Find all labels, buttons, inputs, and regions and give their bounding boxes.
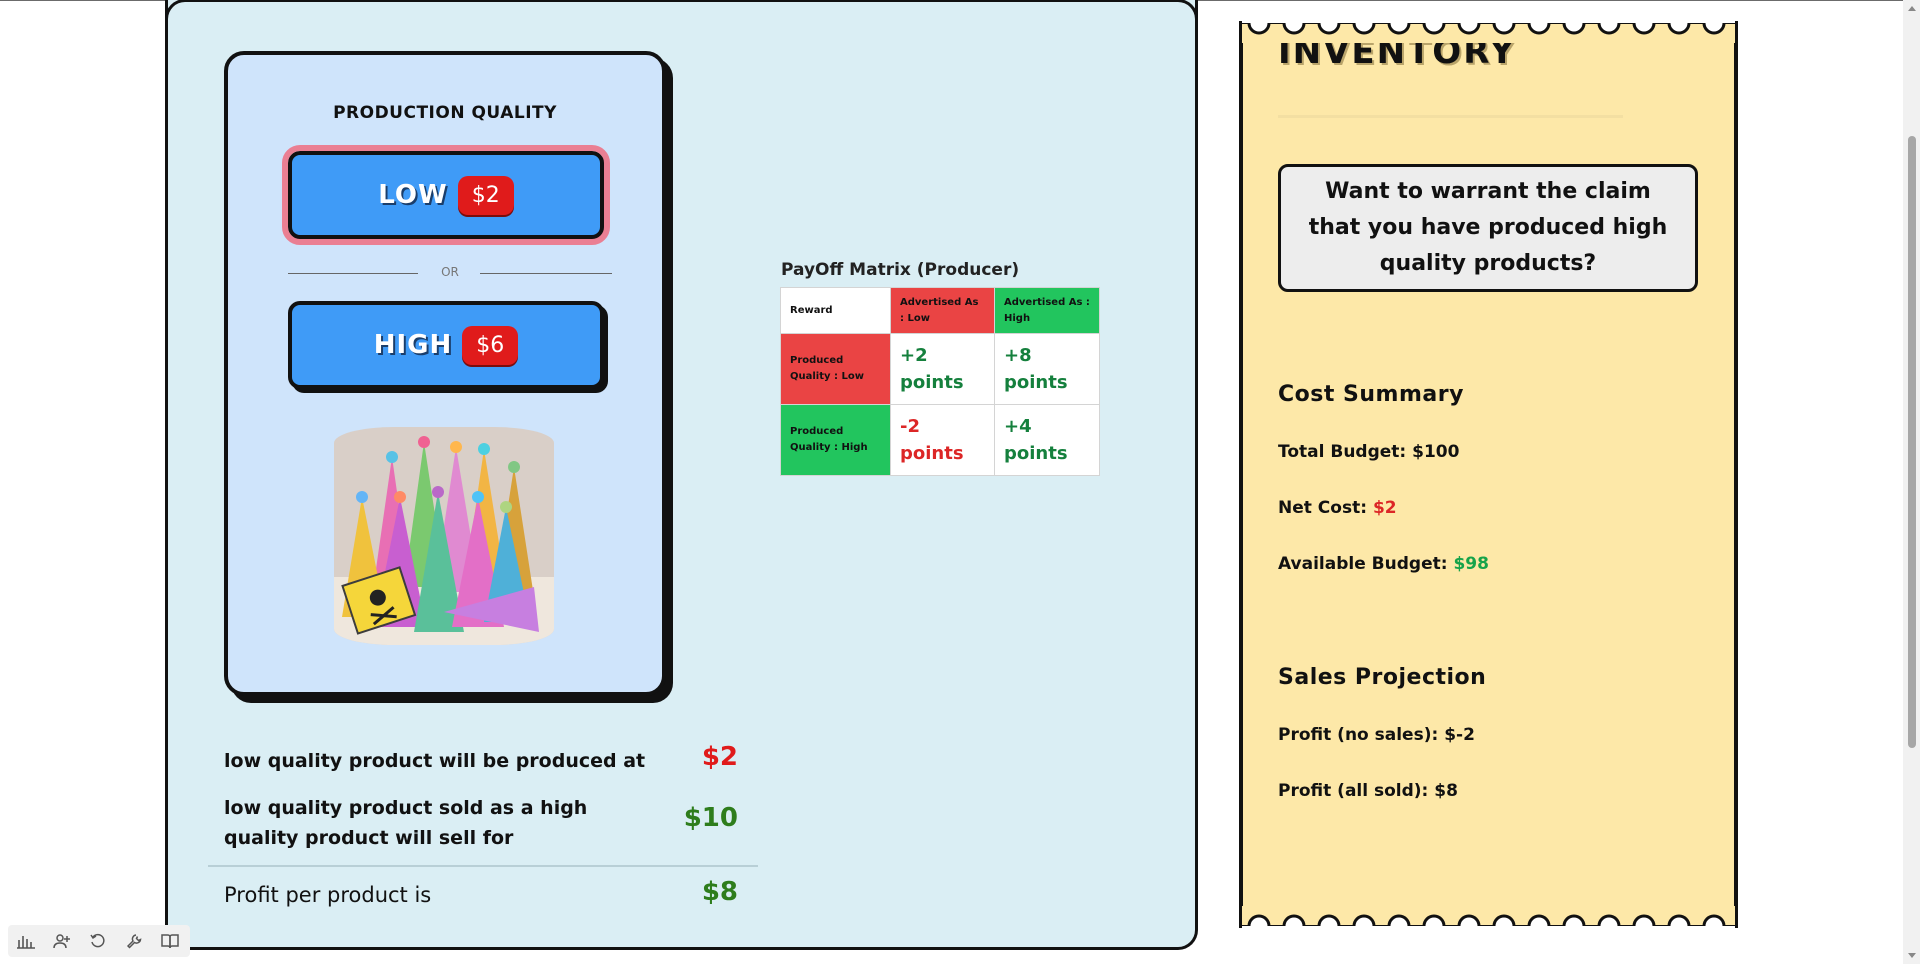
ticket-top-edge	[1239, 21, 1738, 43]
wrench-icon[interactable]	[116, 925, 152, 957]
or-text: OR	[441, 265, 459, 279]
matrix-cell-high-high: +4 points	[994, 404, 1100, 476]
page-scrollbar[interactable]	[1903, 0, 1920, 964]
matrix-col-advertised-low: Advertised As : Low	[890, 287, 995, 334]
bar-chart-icon[interactable]	[8, 925, 44, 957]
high-quality-label: HIGH	[373, 330, 453, 360]
total-budget: Total Budget: $100	[1278, 442, 1460, 462]
sell-price-value: $10	[683, 803, 738, 833]
or-divider: OR	[288, 263, 612, 283]
matrix-corner: Reward	[780, 287, 891, 334]
low-quality-cost-value: $2	[701, 742, 738, 772]
net-cost: Net Cost: $2	[1278, 498, 1397, 518]
scroll-thumb[interactable]	[1908, 136, 1916, 748]
profit-per-product-value: $8	[701, 877, 738, 907]
book-icon[interactable]	[152, 925, 188, 957]
low-quality-label: LOW	[378, 180, 448, 210]
profit-divider	[208, 865, 758, 867]
ticket-bottom-edge	[1239, 906, 1738, 928]
payoff-matrix-title: PayOff Matrix (Producer)	[781, 260, 1020, 280]
matrix-row-produced-high: Produced Quality : High	[780, 404, 891, 476]
inventory-panel: INVENTORY Want to warrant the claim that…	[1239, 24, 1738, 927]
matrix-row-produced-low: Produced Quality : Low	[780, 333, 891, 405]
party-hats-image	[334, 427, 554, 645]
sales-projection-heading: Sales Projection	[1278, 665, 1487, 690]
refresh-icon[interactable]	[80, 925, 116, 957]
inventory-rule	[1278, 115, 1623, 118]
payoff-matrix: Reward Advertised As : Low Advertised As…	[780, 287, 1100, 476]
production-quality-title: PRODUCTION QUALITY	[333, 103, 557, 123]
high-quality-button[interactable]: HIGH $6	[288, 301, 604, 389]
production-quality-card: PRODUCTION QUALITY LOW $2 OR HIGH $6	[224, 51, 666, 696]
profit-all-sold: Profit (all sold): $8	[1278, 781, 1458, 801]
low-quality-button[interactable]: LOW $2	[282, 145, 610, 245]
scroll-up-arrow-icon[interactable]	[1908, 6, 1916, 11]
sell-price-text: low quality product sold as a high quali…	[224, 797, 588, 849]
matrix-cell-low-high: +8 points	[994, 333, 1100, 405]
available-budget: Available Budget: $98	[1278, 554, 1489, 574]
scroll-down-arrow-icon[interactable]	[1908, 953, 1916, 958]
profit-no-sales: Profit (no sales): $-2	[1278, 725, 1475, 745]
cost-summary-heading: Cost Summary	[1278, 382, 1464, 407]
bottom-toolbar	[8, 925, 190, 957]
main-panel: PRODUCTION QUALITY LOW $2 OR HIGH $6 low…	[165, 0, 1198, 950]
matrix-cell-high-low: -2 points	[890, 404, 995, 476]
low-quality-price: $2	[457, 175, 514, 215]
profit-per-product-text: Profit per product is	[224, 883, 432, 907]
warrant-claim-button[interactable]: Want to warrant the claim that you have …	[1278, 164, 1698, 292]
low-quality-cost-text: low quality product will be produced at	[224, 750, 646, 772]
matrix-col-advertised-high: Advertised As : High	[994, 287, 1100, 334]
add-user-icon[interactable]	[44, 925, 80, 957]
matrix-cell-low-low: +2 points	[890, 333, 995, 405]
high-quality-price: $6	[462, 325, 519, 365]
